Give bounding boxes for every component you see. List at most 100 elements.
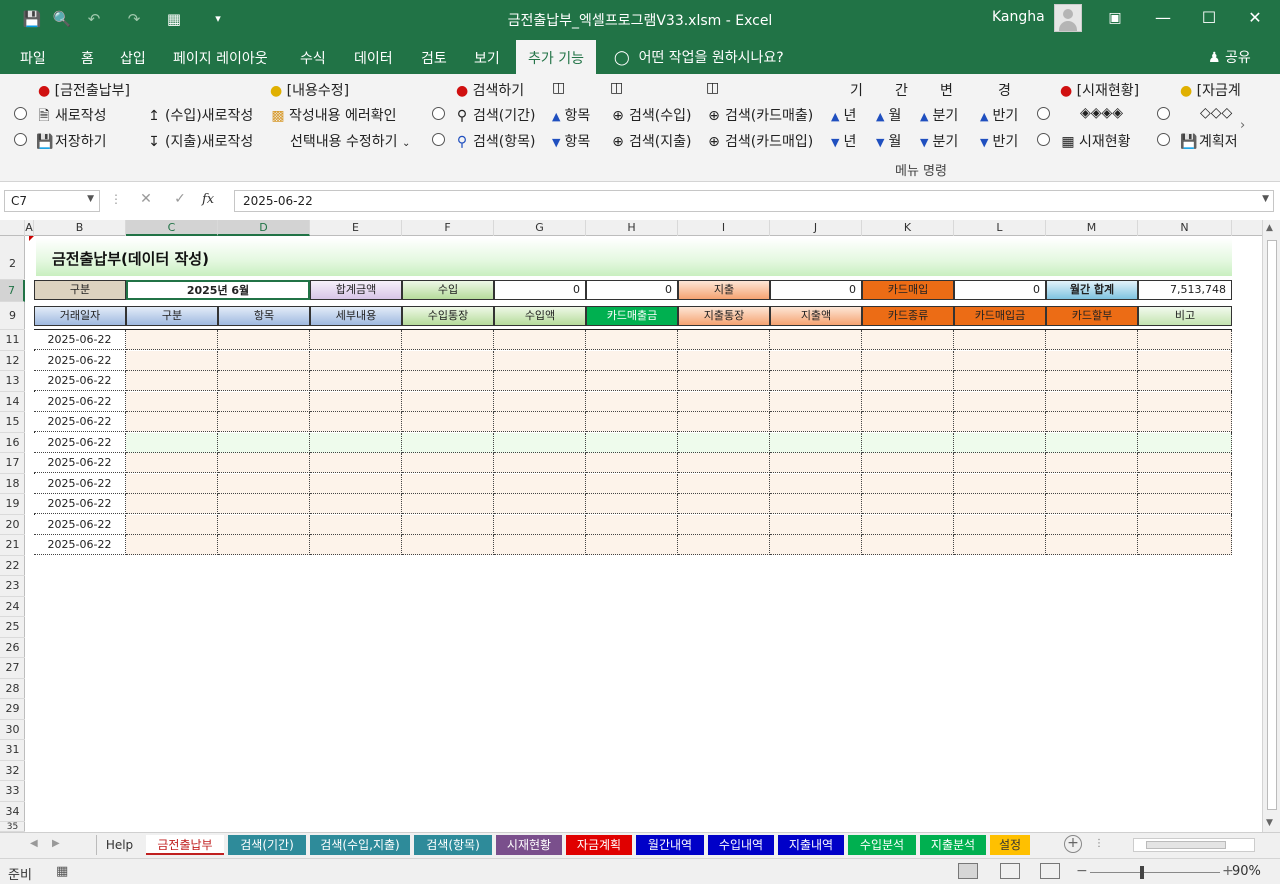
select-all-corner[interactable] <box>0 220 25 236</box>
cash-status-button[interactable]: ▦ 시재현황 <box>1060 131 1130 151</box>
date-cell[interactable]: 2025-06-22 <box>34 494 126 514</box>
formula-input[interactable]: 2025-06-22 ▼ <box>234 190 1274 212</box>
row-header[interactable]: 18 <box>0 474 25 494</box>
radio-option-8[interactable] <box>1157 133 1170 146</box>
date-cell[interactable]: 2025-06-22 <box>34 432 126 453</box>
row-header[interactable]: 25 <box>0 617 25 638</box>
data-cell[interactable] <box>402 412 494 432</box>
data-cell[interactable] <box>218 514 310 535</box>
radio-option-7[interactable] <box>1157 107 1170 120</box>
data-cell[interactable] <box>402 350 494 371</box>
tab-page-layout[interactable]: 페이지 레이아웃 <box>173 48 268 68</box>
zoom-slider-knob[interactable] <box>1140 866 1144 879</box>
data-cell[interactable] <box>1138 535 1232 555</box>
vertical-scroll-thumb[interactable] <box>1267 240 1277 810</box>
zoom-level[interactable]: 90% <box>1232 864 1261 879</box>
data-cell[interactable] <box>494 432 586 453</box>
data-cell[interactable] <box>494 453 586 473</box>
data-cell[interactable] <box>954 535 1046 555</box>
data-cell[interactable] <box>126 535 218 555</box>
data-cell[interactable] <box>678 330 770 350</box>
radio-option-5[interactable] <box>1037 107 1050 120</box>
column-header-a[interactable]: A <box>25 220 34 236</box>
tab-add-ins[interactable]: 추가 기능 <box>516 40 596 74</box>
data-cell[interactable] <box>586 453 678 473</box>
column-header-m[interactable]: M <box>1046 220 1138 236</box>
row-header[interactable]: 29 <box>0 699 25 720</box>
radio-option-2[interactable] <box>14 133 27 146</box>
summary-period-cell[interactable]: 2025년 6월 <box>126 280 310 300</box>
maximize-button[interactable]: ☐ <box>1196 6 1222 30</box>
row-header[interactable]: 12 <box>0 351 25 371</box>
cancel-formula-icon[interactable]: ✕ <box>132 191 160 211</box>
data-cell[interactable] <box>310 412 402 432</box>
data-cell[interactable] <box>678 371 770 391</box>
search-card-purchase-button[interactable]: ⊕ 검색(카드매입) <box>706 131 813 151</box>
date-cell[interactable]: 2025-06-22 <box>34 371 126 391</box>
data-cell[interactable] <box>678 473 770 494</box>
horizontal-scrollbar[interactable] <box>1133 838 1255 852</box>
data-cell[interactable] <box>1046 412 1138 432</box>
half-up-button[interactable]: ▲ 반기 <box>980 105 1018 125</box>
data-cell[interactable] <box>954 432 1046 453</box>
data-cell[interactable] <box>862 330 954 350</box>
data-cell[interactable] <box>586 432 678 453</box>
tab-home[interactable]: 홈 <box>81 48 94 68</box>
data-cell[interactable] <box>126 371 218 391</box>
row-header[interactable]: 32 <box>0 761 25 781</box>
data-cell[interactable] <box>770 412 862 432</box>
data-cell[interactable] <box>402 473 494 494</box>
data-cell[interactable] <box>1046 330 1138 350</box>
row-header[interactable]: 9 <box>0 302 25 330</box>
sheet-tab[interactable]: 자금계획 <box>566 835 632 855</box>
data-cell[interactable] <box>310 350 402 371</box>
data-cell[interactable] <box>586 350 678 371</box>
data-cell[interactable] <box>586 535 678 555</box>
date-cell[interactable]: 2025-06-22 <box>34 350 126 371</box>
column-header-d[interactable]: D <box>218 220 310 236</box>
sheet-tab[interactable]: 지출분석 <box>920 835 986 855</box>
data-cell[interactable] <box>310 432 402 453</box>
search-item-button[interactable]: ⚲ 검색(항목) <box>454 131 536 151</box>
row-header[interactable]: 17 <box>0 453 25 474</box>
row-header[interactable]: 31 <box>0 740 25 761</box>
sheet-tab[interactable]: 검색(항목) <box>414 835 492 855</box>
radio-option-6[interactable] <box>1037 133 1050 146</box>
data-cell[interactable] <box>1138 473 1232 494</box>
data-cell[interactable] <box>678 391 770 412</box>
next-sheet-icon[interactable]: ▶ <box>52 838 60 849</box>
row-header[interactable]: 34 <box>0 802 25 822</box>
data-cell[interactable] <box>402 371 494 391</box>
data-cell[interactable] <box>310 391 402 412</box>
data-cell[interactable] <box>954 514 1046 535</box>
close-button[interactable]: ✕ <box>1242 6 1268 30</box>
add-sheet-button[interactable]: + <box>1064 835 1082 853</box>
plan-save-button[interactable]: 💾 계획저 <box>1180 131 1240 151</box>
data-cell[interactable] <box>218 350 310 371</box>
data-cell[interactable] <box>494 412 586 432</box>
avatar[interactable] <box>1054 4 1082 32</box>
data-cell[interactable] <box>770 350 862 371</box>
data-cell[interactable] <box>1046 473 1138 494</box>
row-header[interactable]: 15 <box>0 412 25 433</box>
radio-option-4[interactable] <box>432 133 445 146</box>
data-cell[interactable] <box>218 535 310 555</box>
data-cell[interactable] <box>862 473 954 494</box>
summary-card-purchase-value[interactable]: 0 <box>954 280 1046 300</box>
data-cell[interactable] <box>218 494 310 514</box>
data-cell[interactable] <box>126 432 218 453</box>
data-cell[interactable] <box>862 432 954 453</box>
data-cell[interactable] <box>126 391 218 412</box>
data-cell[interactable] <box>586 473 678 494</box>
data-cell[interactable] <box>1046 350 1138 371</box>
ribbon-scroll-right-icon[interactable]: › <box>1240 118 1245 133</box>
date-cell[interactable]: 2025-06-22 <box>34 391 126 412</box>
scroll-down-icon[interactable]: ▼ <box>1266 818 1273 828</box>
row-header[interactable]: 33 <box>0 781 25 802</box>
column-header-g[interactable]: G <box>494 220 586 236</box>
data-cell[interactable] <box>126 330 218 350</box>
data-cell[interactable] <box>494 350 586 371</box>
data-cell[interactable] <box>1046 514 1138 535</box>
tab-data[interactable]: 데이터 <box>354 48 393 68</box>
data-cell[interactable] <box>1138 453 1232 473</box>
